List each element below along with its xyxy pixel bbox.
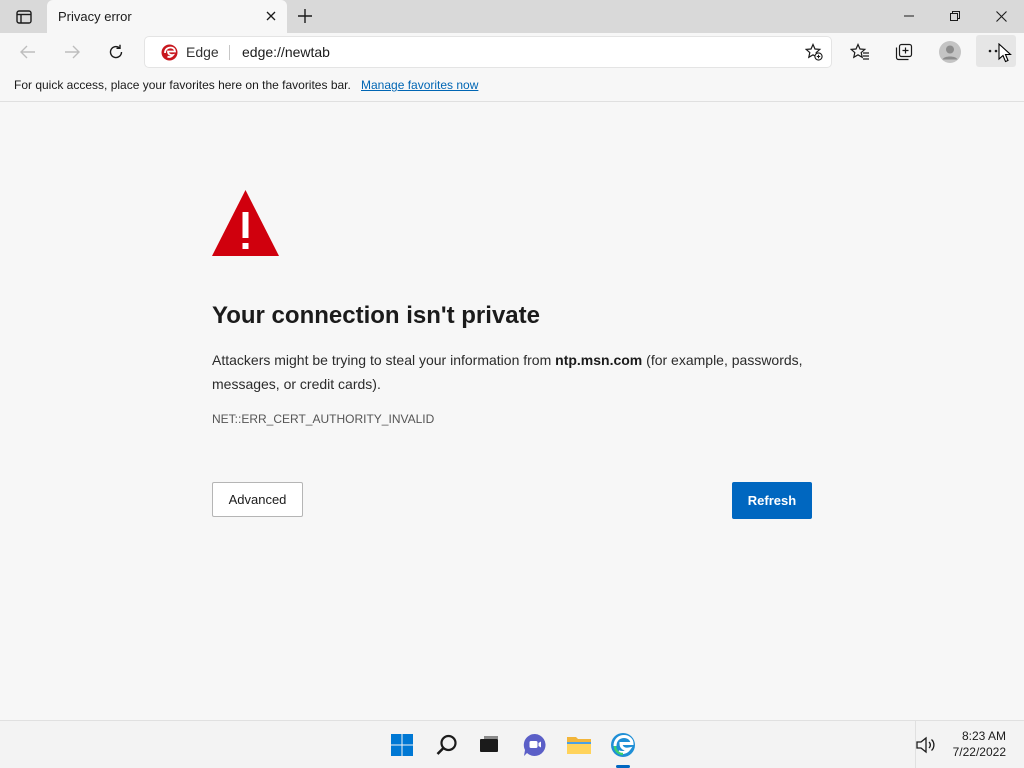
volume-icon[interactable]	[915, 735, 937, 755]
tab-actions-icon[interactable]	[10, 6, 38, 28]
error-description: Attackers might be trying to steal your …	[212, 348, 822, 396]
tab-privacy-error[interactable]: Privacy error	[47, 0, 287, 33]
description-prefix: Attackers might be trying to steal your …	[212, 352, 556, 368]
taskbar: 8:23 AM 7/22/2022	[0, 720, 1024, 768]
error-page: Your connection isn't private Attackers …	[0, 102, 1024, 720]
profile-avatar[interactable]	[935, 37, 965, 67]
site-label: Edge	[186, 44, 219, 60]
manage-favorites-link[interactable]: Manage favorites now	[361, 78, 478, 92]
edge-taskbar-icon[interactable]	[609, 731, 637, 759]
minimize-button[interactable]	[886, 0, 932, 32]
new-tab-button[interactable]	[294, 5, 316, 27]
error-code: NET::ERR_CERT_AUTHORITY_INVALID	[212, 412, 435, 426]
start-windows-icon[interactable]	[388, 731, 416, 759]
collections-icon[interactable]	[889, 37, 919, 67]
address-divider	[229, 45, 230, 60]
refresh-page-button[interactable]	[101, 37, 131, 67]
warning-triangle-icon	[212, 190, 279, 256]
tab-close-icon[interactable]	[263, 8, 279, 24]
clock-time: 8:23 AM	[961, 729, 1006, 743]
chat-icon[interactable]	[521, 731, 549, 759]
favorites-icon[interactable]	[845, 37, 875, 67]
refresh-button[interactable]: Refresh	[732, 482, 812, 519]
favorites-bar-hint: For quick access, place your favorites h…	[14, 78, 351, 92]
clock-date: 7/22/2022	[952, 745, 1006, 759]
task-view-icon[interactable]	[475, 731, 503, 759]
restore-button[interactable]	[932, 0, 978, 32]
url-text[interactable]: edge://newtab	[242, 44, 330, 60]
file-explorer-icon[interactable]	[565, 731, 593, 759]
address-bar[interactable]: Edge edge://newtab	[145, 37, 831, 67]
favorites-bar: For quick access, place your favorites h…	[0, 71, 1024, 102]
mouse-cursor-icon	[998, 43, 1012, 63]
search-icon[interactable]	[433, 731, 461, 759]
close-window-button[interactable]	[978, 0, 1024, 32]
error-heading: Your connection isn't private	[212, 302, 540, 329]
system-clock[interactable]: 8:23 AM 7/22/2022	[940, 728, 1006, 760]
forward-button[interactable]	[57, 37, 87, 67]
blocked-domain: ntp.msn.com	[555, 352, 643, 368]
tab-title: Privacy error	[58, 9, 132, 24]
browser-toolbar: Edge edge://newtab	[0, 33, 1024, 71]
add-favorite-icon[interactable]	[803, 41, 825, 63]
back-button[interactable]	[13, 37, 43, 67]
title-bar: Privacy error	[0, 0, 1024, 33]
edge-logo-icon	[161, 44, 178, 61]
advanced-button[interactable]: Advanced	[212, 482, 303, 517]
